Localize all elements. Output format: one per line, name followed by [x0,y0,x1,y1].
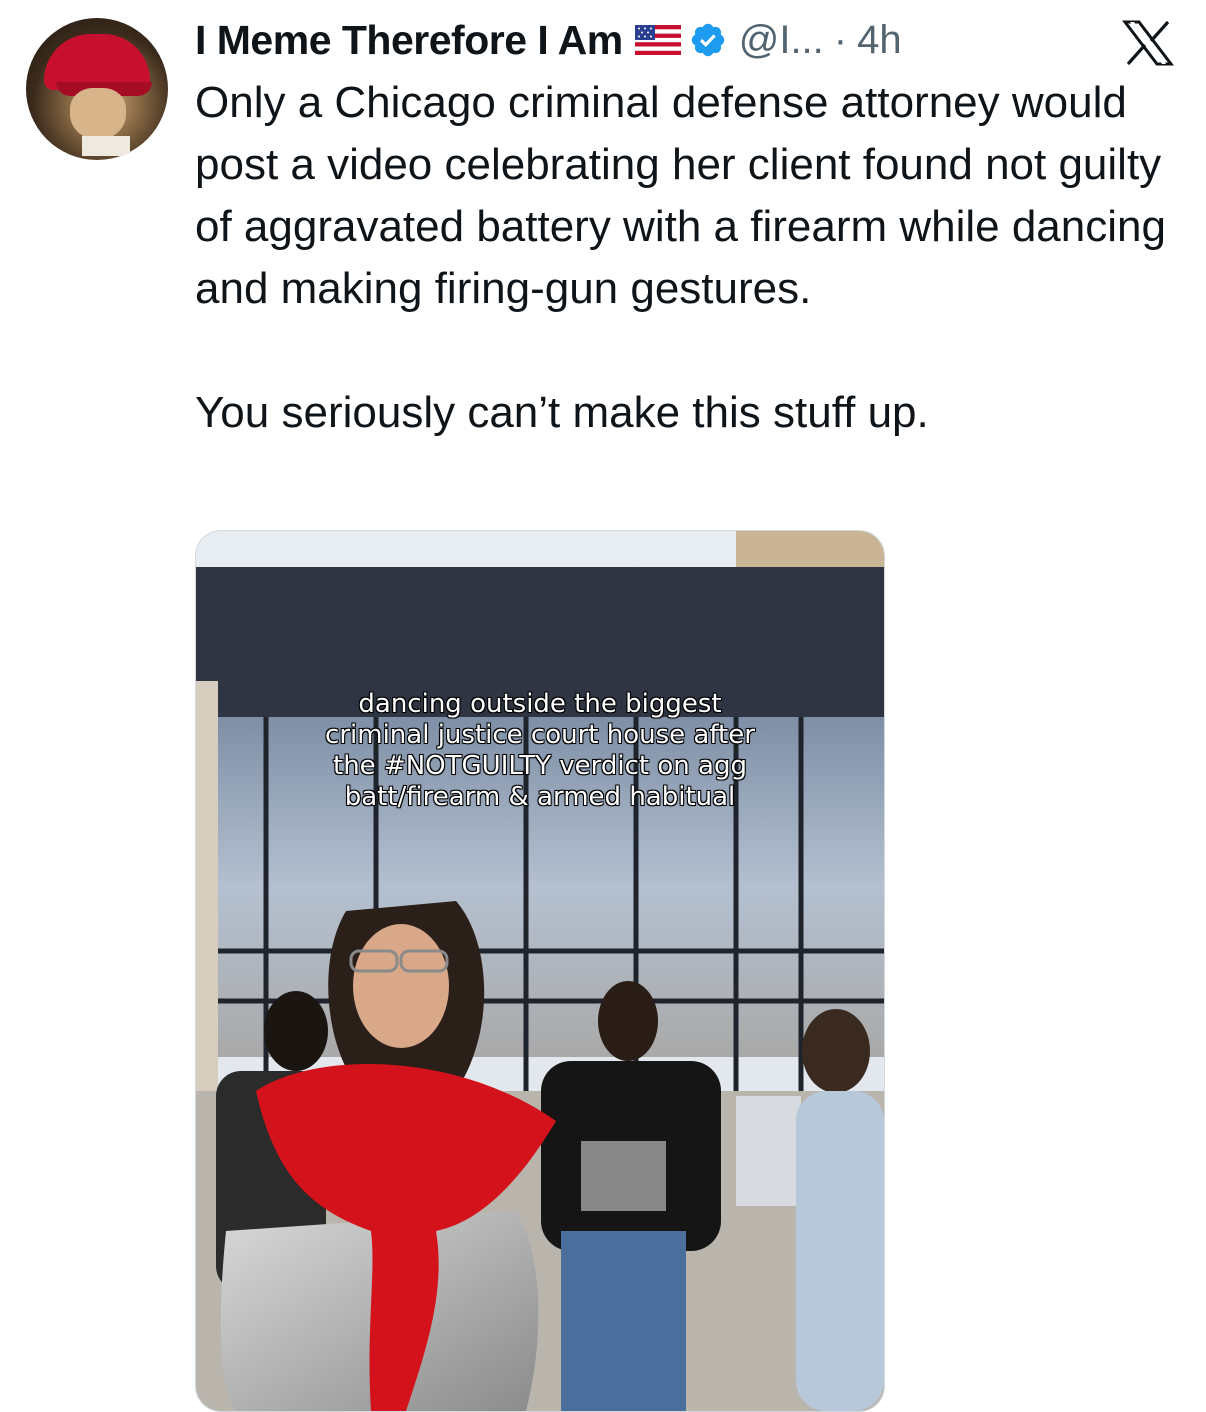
tweet-paragraph: You seriously can’t make this stuff up. [195,388,929,437]
tweet-card: I Meme Therefore I Am @I... · 4h Only a … [0,0,1206,1412]
video-thumbnail[interactable]: dancing outside the biggest criminal jus… [195,530,885,1412]
caption-line: dancing outside the biggest [358,688,722,719]
timestamp[interactable]: 4h [857,18,902,63]
video-caption-overlay: dancing outside the biggest criminal jus… [270,688,810,813]
avatar[interactable] [26,18,168,160]
tweet-text: Only a Chicago criminal defense attorney… [195,72,1185,444]
user-handle[interactable]: @I... [739,18,824,63]
tweet-paragraph: Only a Chicago criminal defense attorney… [195,78,1166,313]
us-flag-icon [634,25,681,55]
display-name[interactable]: I Meme Therefore I Am [195,17,623,64]
x-logo-icon[interactable] [1122,20,1174,66]
portrait-face-shape [70,88,126,140]
portrait-collar-shape [82,136,130,156]
caption-line: the #NOTGUILTY verdict on agg [332,750,747,781]
verified-badge-icon [691,23,724,57]
caption-line: batt/firearm & armed habitual [344,781,736,812]
header-separator: · [833,17,848,62]
video-scene [196,531,884,1411]
tweet-header: I Meme Therefore I Am @I... · 4h [195,12,902,68]
caption-line: criminal justice court house after [324,719,755,750]
